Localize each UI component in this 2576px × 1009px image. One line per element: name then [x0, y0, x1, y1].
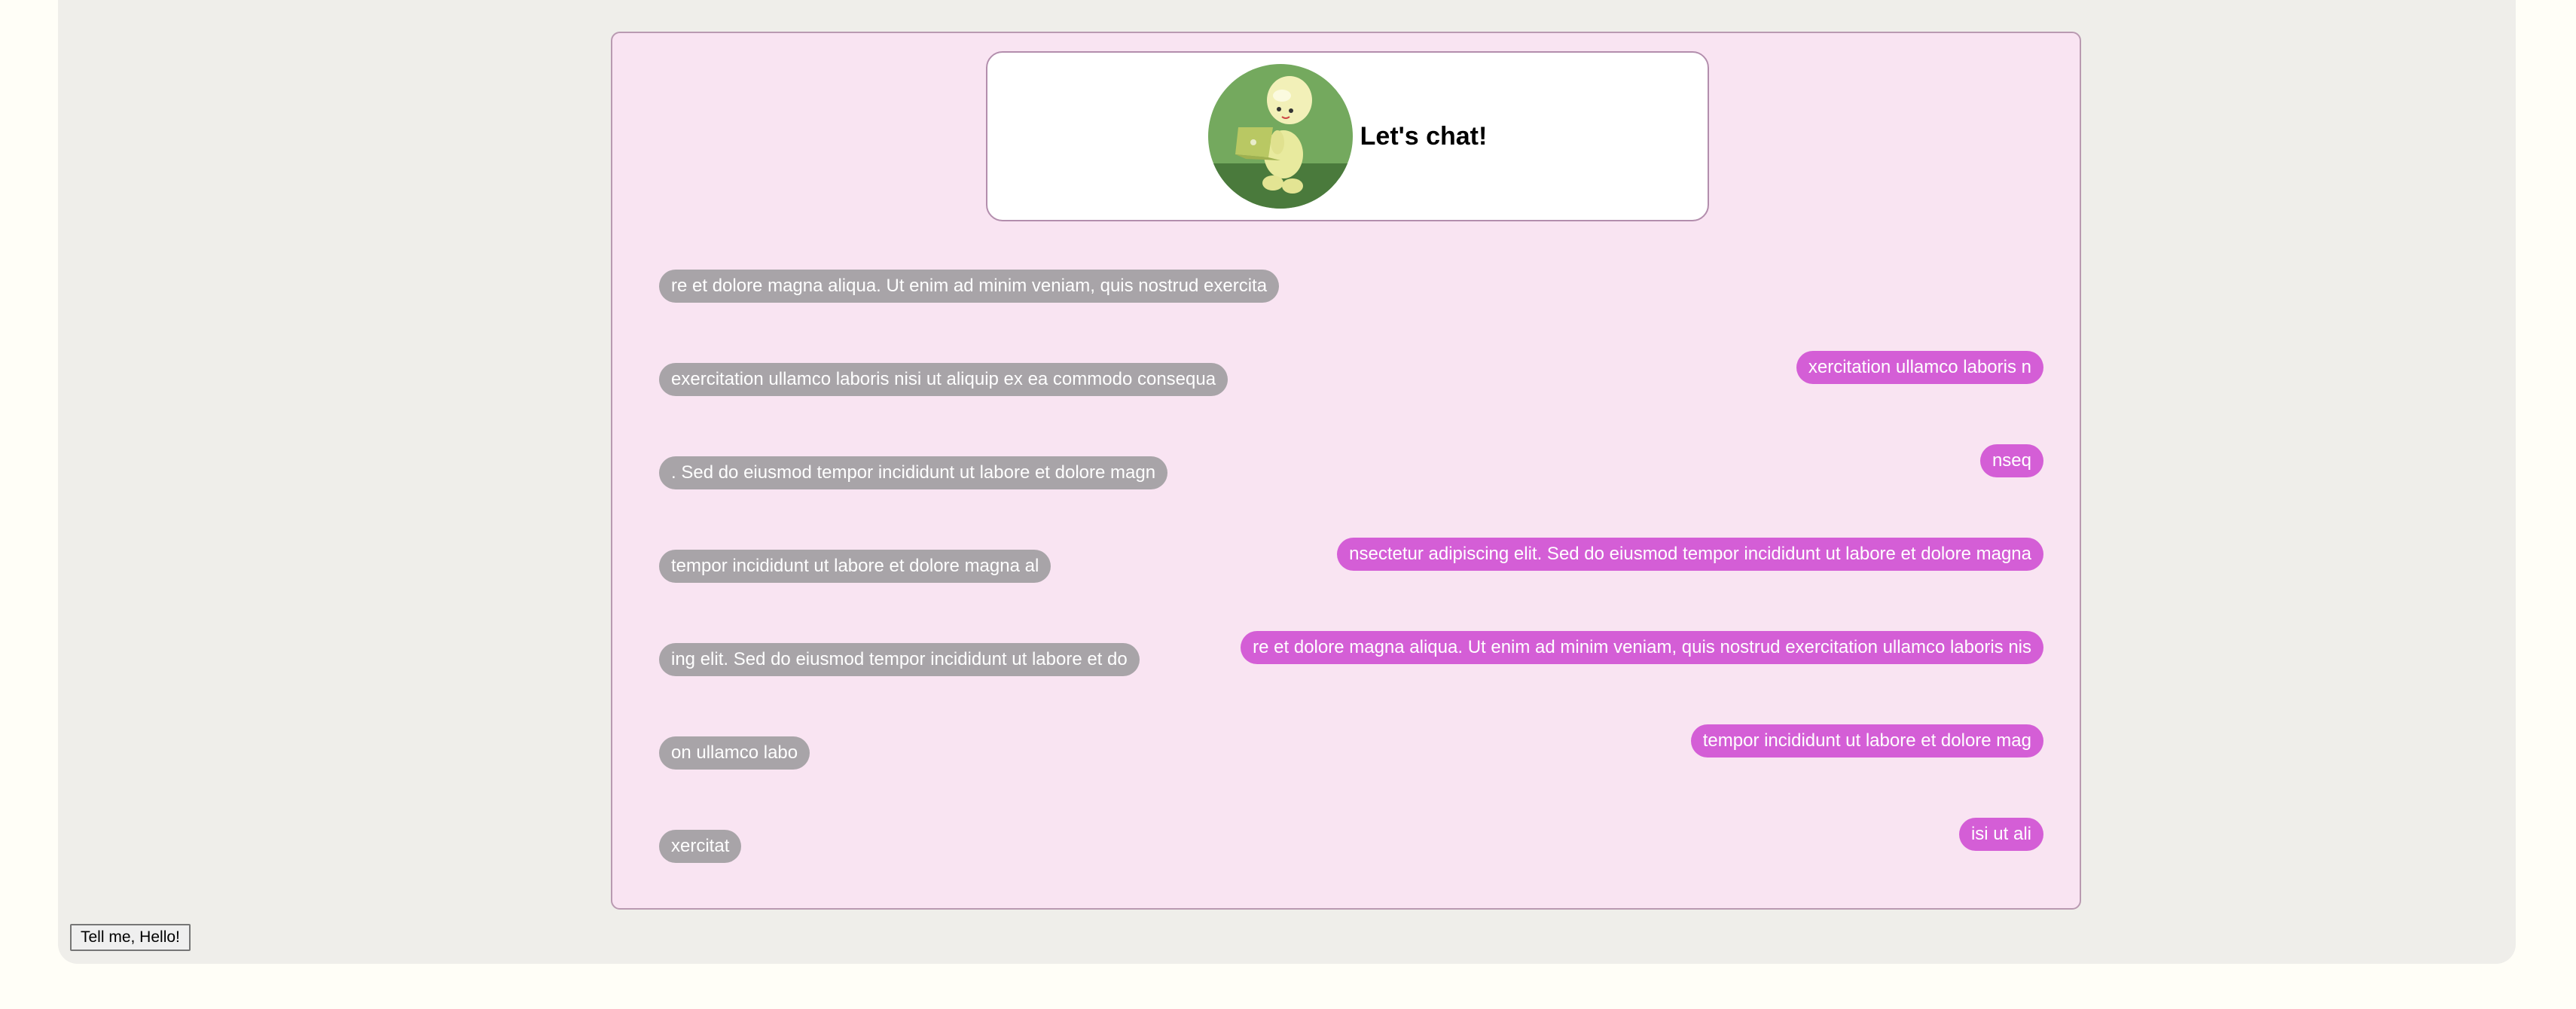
incoming-message: xercitat	[659, 830, 742, 863]
outgoing-message: isi ut ali	[1958, 818, 2043, 851]
chat-header: Let's chat!	[986, 51, 1709, 221]
incoming-message: ing elit. Sed do eiusmod tempor incididu…	[659, 643, 1140, 676]
incoming-message: tempor incididunt ut labore et dolore ma…	[659, 550, 1051, 583]
chat-title: Let's chat!	[1360, 121, 1488, 151]
chat-panel: Let's chat! re et dolore magna aliqua. U…	[611, 32, 2081, 910]
app-container: Let's chat! re et dolore magna aliqua. U…	[58, 0, 2516, 964]
outgoing-message: xercitation ullamco laboris n	[1796, 351, 2043, 384]
outgoing-message: re et dolore magna aliqua. Ut enim ad mi…	[1241, 631, 2043, 664]
person-with-laptop-avatar	[1207, 64, 1353, 209]
outgoing-message: tempor incididunt ut labore et dolore ma…	[1690, 724, 2043, 758]
incoming-message: exercitation ullamco laboris nisi ut ali…	[659, 363, 1228, 396]
incoming-message: re et dolore magna aliqua. Ut enim ad mi…	[659, 270, 1280, 303]
outgoing-message: nseq	[1979, 444, 2043, 477]
outgoing-message: nsectetur adipiscing elit. Sed do eiusmo…	[1337, 538, 2043, 571]
tell-me-hello-button[interactable]: Tell me, Hello!	[70, 924, 191, 951]
incoming-message: . Sed do eiusmod tempor incididunt ut la…	[659, 456, 1168, 489]
incoming-message: on ullamco labo	[659, 736, 810, 770]
